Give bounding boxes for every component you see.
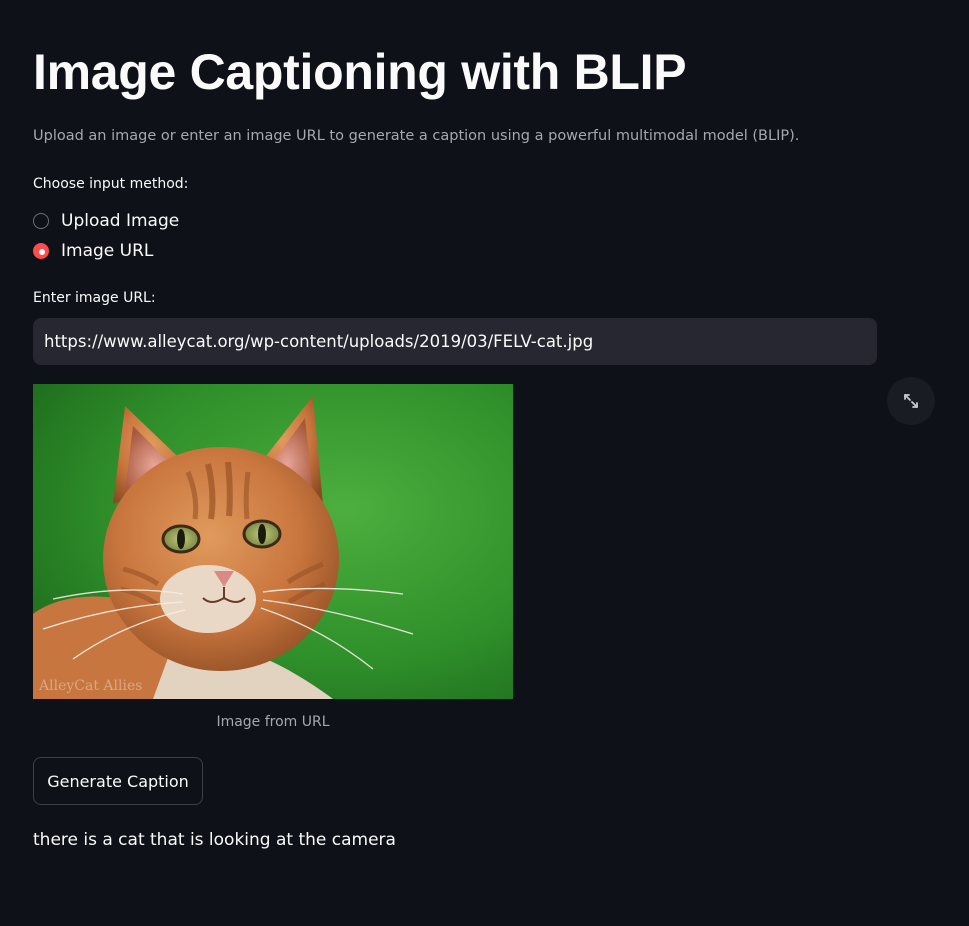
expand-icon bbox=[904, 394, 918, 408]
input-method-radio-group: Upload Image Image URL bbox=[33, 206, 179, 266]
radio-option-image-url[interactable]: Image URL bbox=[33, 236, 179, 266]
radio-option-label: Upload Image bbox=[61, 211, 180, 231]
page-subtitle: Upload an image or enter an image URL to… bbox=[33, 128, 800, 144]
cat-image: AlleyCat Allies bbox=[33, 384, 513, 699]
image-url-input[interactable] bbox=[33, 318, 877, 365]
image-caption: Image from URL bbox=[216, 714, 330, 730]
input-method-label: Choose input method: bbox=[33, 176, 189, 192]
page-title: Image Captioning with BLIP bbox=[33, 44, 687, 100]
generate-caption-button[interactable]: Generate Caption bbox=[33, 757, 203, 805]
fullscreen-button[interactable] bbox=[887, 377, 935, 425]
caption-result: there is a cat that is looking at the ca… bbox=[33, 830, 396, 850]
radio-checked-icon[interactable] bbox=[33, 243, 49, 259]
image-url-label: Enter image URL: bbox=[33, 290, 156, 306]
app-page: Image Captioning with BLIP Upload an ima… bbox=[0, 0, 969, 926]
radio-option-upload-image[interactable]: Upload Image bbox=[33, 206, 179, 236]
radio-unchecked-icon[interactable] bbox=[33, 213, 49, 229]
radio-option-label: Image URL bbox=[61, 241, 154, 261]
watermark-text: AlleyCat Allies bbox=[38, 678, 142, 694]
